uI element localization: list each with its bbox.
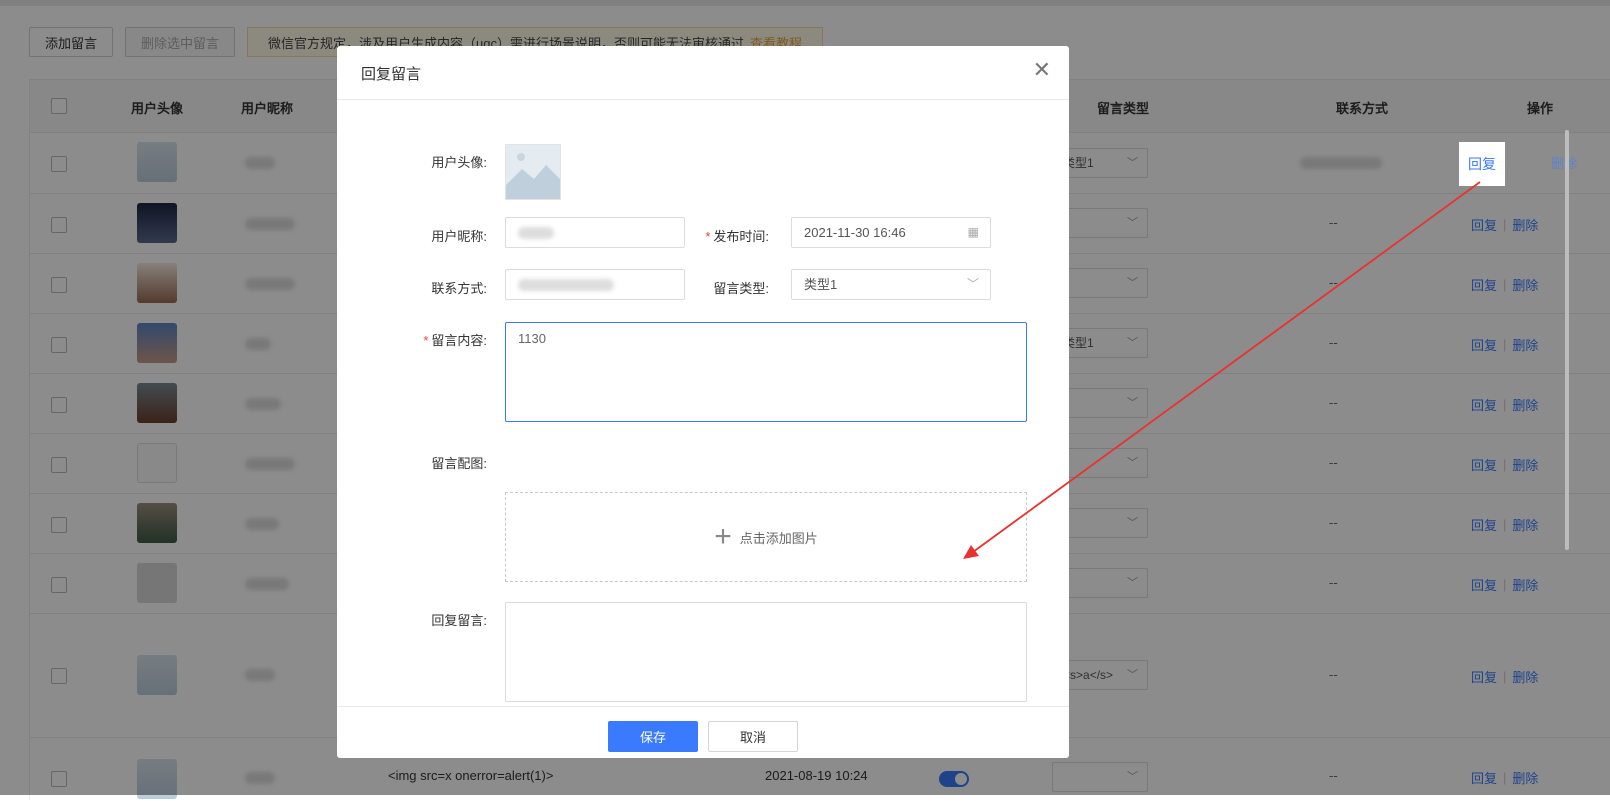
avatar-label: 用户头像: — [431, 155, 487, 170]
save-button[interactable]: 保存 — [608, 721, 698, 752]
reply-textarea[interactable] — [505, 602, 1027, 702]
row-1-delete[interactable]: 删除 — [1551, 153, 1577, 172]
type-label: 留言类型: — [713, 281, 769, 296]
publish-time-label-text: 发布时间: — [713, 229, 769, 244]
contact-blurred — [518, 279, 614, 291]
cancel-button[interactable]: 取消 — [708, 721, 798, 752]
chevron-down-icon: ﹀ — [966, 277, 979, 291]
image-label: 留言配图: — [431, 456, 487, 471]
add-image-button[interactable]: + 点击添加图片 — [505, 492, 1027, 582]
row-1-reply-highlight[interactable]: 回复 — [1459, 142, 1505, 186]
upload-text: 点击添加图片 — [739, 530, 818, 546]
avatar-image — [505, 144, 561, 200]
publish-time-label: * 发布时间: — [623, 226, 769, 245]
nickname-blurred — [518, 227, 554, 239]
type-select[interactable]: 类型1 ﹀ — [791, 269, 991, 300]
content-label-text: 留言内容: — [431, 333, 487, 348]
required-mark: * — [705, 229, 711, 244]
plus-icon: + — [714, 520, 732, 553]
reply-dialog: 回复留言 ✕ 用户头像: 用户昵称: * 发布时间: 2021-11-30 16:… — [337, 46, 1069, 758]
type-value: 类型1 — [804, 277, 838, 292]
dialog-footer: 保存 取消 — [337, 706, 1069, 758]
image-placeholder-icon — [506, 145, 560, 199]
dialog-header: 回复留言 ✕ — [337, 46, 1069, 100]
publish-time-input[interactable]: 2021-11-30 16:46 ▦ — [791, 217, 991, 248]
dialog-title: 回复留言 — [361, 66, 422, 83]
publish-time-value: 2021-11-30 16:46 — [804, 225, 906, 240]
scrollbar[interactable] — [1565, 130, 1569, 550]
reply-label: 回复留言: — [431, 613, 487, 628]
content-textarea[interactable]: 1130 — [505, 322, 1027, 422]
content-value: 1130 — [518, 331, 546, 346]
delete-link[interactable]: 删除 — [1551, 153, 1577, 172]
reply-link[interactable]: 回复 — [1468, 154, 1496, 174]
contact-label: 联系方式: — [431, 281, 487, 296]
nickname-label: 用户昵称: — [431, 229, 487, 244]
calendar-icon[interactable]: ▦ — [968, 218, 979, 247]
content-label: * 留言内容: — [337, 330, 487, 349]
required-mark: * — [423, 333, 429, 348]
close-icon[interactable]: ✕ — [1033, 59, 1051, 81]
